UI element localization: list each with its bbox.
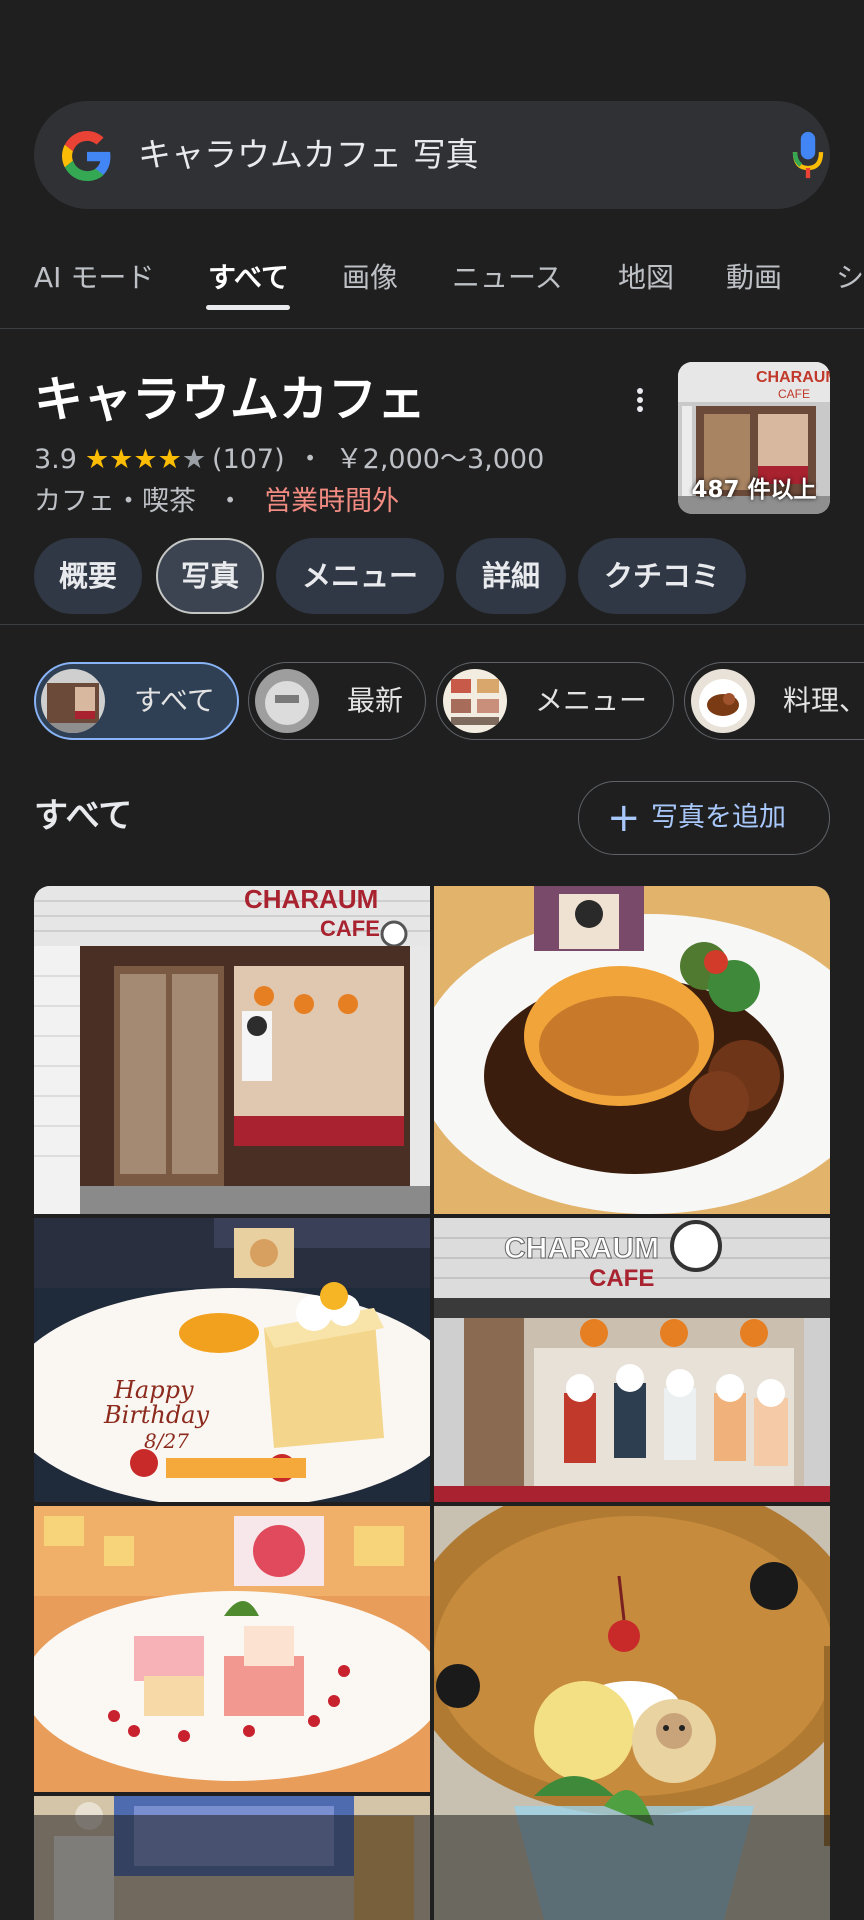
search-tabs: AI モード すべて 画像 ニュース 地図 動画 シ bbox=[0, 250, 864, 330]
svg-text:CAFE: CAFE bbox=[778, 387, 810, 401]
filter-thumbnail bbox=[443, 669, 507, 733]
tab-news[interactable]: ニュース bbox=[452, 258, 563, 298]
tab-videos[interactable]: 動画 bbox=[726, 258, 782, 298]
svg-text:CHARAUM: CHARAUM bbox=[504, 1232, 659, 1265]
open-status: 営業時間外 bbox=[264, 486, 400, 517]
tab-maps[interactable]: 地図 bbox=[618, 258, 674, 298]
photo-dessert[interactable] bbox=[34, 1506, 430, 1792]
rating-stars: ★ ★ ★ ★ ★ bbox=[85, 440, 206, 480]
photo-birthday-cake[interactable]: Happy Birthday 8/27 bbox=[34, 1218, 430, 1502]
chip-details[interactable]: 詳細 bbox=[456, 538, 566, 614]
filter-food[interactable]: 料理、 bbox=[684, 662, 864, 740]
business-name: キャラウムカフェ bbox=[34, 371, 427, 428]
google-logo-icon bbox=[62, 131, 111, 181]
chip-reviews[interactable]: クチコミ bbox=[578, 538, 746, 614]
filter-all[interactable]: すべて bbox=[34, 662, 239, 740]
tab-ai-mode[interactable]: AI モード bbox=[34, 258, 154, 298]
svg-text:Birthday: Birthday bbox=[103, 1401, 210, 1429]
photo-storefront-2[interactable]: CHARAUM CAFE bbox=[434, 1218, 830, 1502]
svg-text:8/27: 8/27 bbox=[144, 1429, 189, 1453]
star-icon: ★ bbox=[133, 444, 158, 475]
business-category: カフェ・喫茶 bbox=[34, 486, 196, 517]
separator: ・ bbox=[296, 444, 324, 475]
star-icon: ★ bbox=[84, 444, 110, 475]
rating-line: 3.9 ★ ★ ★ ★ ★ (107) ・ ￥2,000～3,000 bbox=[34, 440, 544, 480]
photo-omurice[interactable] bbox=[434, 886, 830, 1214]
category-line: カフェ・喫茶 ・ 営業時間外 bbox=[34, 482, 399, 522]
chips-divider bbox=[0, 624, 864, 625]
storefront-image: CHARAUM CAFE bbox=[34, 886, 430, 1214]
add-photo-button[interactable]: + 写真を追加 bbox=[578, 781, 830, 855]
star-icon: ★ bbox=[109, 444, 134, 475]
tabs-divider bbox=[0, 328, 864, 329]
filter-latest[interactable]: 最新 bbox=[248, 662, 426, 740]
svg-text:CHARAUM: CHARAUM bbox=[756, 369, 830, 386]
svg-text:CHARAUM: CHARAUM bbox=[244, 886, 378, 914]
svg-text:Happy: Happy bbox=[113, 1376, 194, 1404]
filter-label: 最新 bbox=[347, 684, 404, 717]
star-empty-icon: ★ bbox=[181, 444, 207, 475]
filter-label: 料理、 bbox=[783, 684, 864, 717]
more-options-icon[interactable] bbox=[626, 385, 654, 421]
tab-all[interactable]: すべて bbox=[208, 258, 289, 298]
filter-thumbnail bbox=[255, 669, 319, 733]
photo-count: 487 件以上 bbox=[691, 477, 817, 503]
add-photo-label: 写真を追加 bbox=[651, 802, 786, 833]
search-input[interactable]: キャラウムカフェ 写真 bbox=[138, 131, 479, 179]
filter-thumbnail bbox=[41, 669, 105, 733]
tab-images[interactable]: 画像 bbox=[342, 258, 398, 298]
section-title: すべて bbox=[34, 796, 133, 836]
price-range: ￥2,000～3,000 bbox=[335, 444, 545, 475]
chip-overview[interactable]: 概要 bbox=[34, 538, 142, 614]
omurice-image bbox=[434, 886, 830, 1214]
bottom-overlay bbox=[0, 1815, 864, 1920]
business-photo-thumbnail[interactable]: CHARAUM CAFE 487 件以上 bbox=[678, 362, 830, 514]
search-bar[interactable]: キャラウムカフェ 写真 bbox=[34, 101, 830, 209]
storefront-image: CHARAUM CAFE bbox=[434, 1218, 830, 1502]
filter-label: すべて bbox=[134, 684, 215, 717]
photo-grid: CHARAUM CAFE Happy Birthday 8/27 CHARAUM… bbox=[34, 886, 830, 1920]
photo-storefront[interactable]: CHARAUM CAFE bbox=[34, 886, 430, 1214]
active-tab-indicator bbox=[206, 305, 290, 310]
rating-value: 3.9 bbox=[34, 444, 77, 475]
plus-icon: + bbox=[607, 795, 641, 841]
review-count[interactable]: (107) bbox=[212, 440, 285, 480]
microphone-icon[interactable] bbox=[790, 129, 826, 181]
page: キャラウムカフェ 写真 AI モード すべて 画像 ニュース 地図 動画 シ キ… bbox=[0, 0, 864, 1920]
svg-text:CAFE: CAFE bbox=[589, 1265, 654, 1292]
svg-text:CAFE: CAFE bbox=[320, 916, 380, 941]
birthday-cake-image: Happy Birthday 8/27 bbox=[34, 1218, 430, 1502]
filter-menu[interactable]: メニュー bbox=[436, 662, 674, 740]
filter-label: メニュー bbox=[535, 684, 648, 717]
chip-menu[interactable]: メニュー bbox=[276, 538, 444, 614]
star-icon: ★ bbox=[157, 444, 182, 475]
filter-thumbnail bbox=[691, 669, 755, 733]
chip-photos[interactable]: 写真 bbox=[156, 538, 264, 614]
tab-more[interactable]: シ bbox=[836, 258, 864, 298]
separator: ・ bbox=[216, 486, 244, 517]
dessert-image bbox=[34, 1506, 430, 1792]
